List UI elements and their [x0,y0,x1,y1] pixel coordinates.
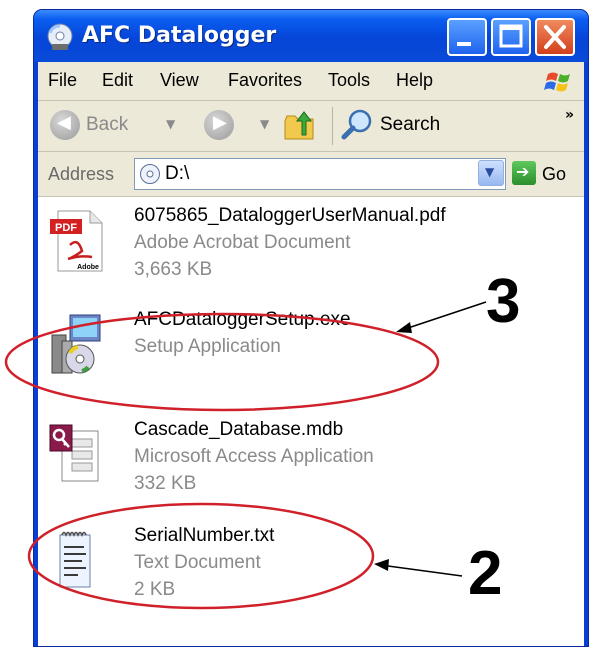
access-icon [49,424,99,482]
file-size: 332 KB [134,473,197,494]
chevron-down-icon: ▼ [485,165,495,179]
back-label[interactable]: Back [86,114,128,136]
title-bar[interactable]: AFC Datalogger [34,10,588,62]
cd-drive-icon [47,23,73,50]
address-dropdown-button[interactable]: ▼ [478,160,504,186]
menu-help[interactable]: Help [396,70,433,91]
setup-icon [51,314,101,374]
forward-button[interactable]: ▶ [204,110,234,140]
toolbar-overflow-icon[interactable]: » [565,107,574,123]
pdf-icon: PDF Adobe [50,210,103,272]
address-label: Address [48,164,115,184]
address-value: D:\ [165,163,190,184]
search-label[interactable]: Search [380,114,440,136]
menu-edit[interactable]: Edit [102,70,133,91]
windows-logo-icon [544,72,570,92]
menu-favorites[interactable]: Favorites [228,70,302,91]
toolbar: ◀ Back ▼ ▶ ▼ Search » [38,101,584,152]
file-type: Adobe Acrobat Document [134,232,351,253]
file-name: Cascade_Database.mdb [134,419,344,440]
close-button[interactable] [535,18,575,56]
forward-dropdown-icon[interactable]: ▼ [260,117,269,131]
adobe-badge: Adobe [77,264,99,271]
menu-file[interactable]: File [48,70,77,91]
list-item-setup[interactable]: AFCDataloggerSetup.exe Setup Application [38,309,508,405]
file-name: SerialNumber.txt [134,525,275,546]
file-name: AFCDataloggerSetup.exe [134,309,351,330]
list-item-pdf[interactable]: PDF Adobe 6075865_DataloggerUserManual.p… [38,205,508,301]
address-input[interactable]: D:\ ▼ [134,158,506,190]
list-item-text[interactable]: SerialNumber.txt Text Document 2 KB [38,525,508,621]
maximize-icon [499,24,523,48]
file-type: Setup Application [134,336,281,357]
file-name: 6075865_DataloggerUserManual.pdf [134,205,446,226]
menu-bar: File Edit View Favorites Tools Help [38,62,584,101]
maximize-button[interactable] [491,18,531,56]
list-item-access[interactable]: Cascade_Database.mdb Microsoft Access Ap… [38,419,508,515]
menu-view[interactable]: View [160,70,199,91]
go-label[interactable]: Go [542,164,566,185]
text-document-icon [59,531,91,588]
close-icon [544,25,566,49]
pdf-badge: PDF [55,222,77,234]
cd-drive-icon [140,164,160,184]
minimize-button[interactable] [447,18,487,56]
minimize-icon [457,42,471,46]
file-size: 2 KB [134,579,176,600]
callout-number-3: 3 [486,267,521,336]
address-bar: Address D:\ ▼ ➔ Go [38,152,584,197]
go-arrow-icon: ➔ [516,162,530,181]
forward-arrow-icon: ▶ [213,112,227,133]
file-type: Text Document [134,552,261,573]
toolbar-separator [332,107,333,145]
back-dropdown-icon[interactable]: ▼ [166,117,175,131]
go-button[interactable]: ➔ [512,161,536,185]
file-type: Microsoft Access Application [134,446,374,467]
window-title: AFC Datalogger [82,23,277,48]
folder-up-icon[interactable] [282,107,318,143]
file-size: 3,663 KB [134,259,213,280]
callout-number-2: 2 [468,539,503,608]
menu-tools[interactable]: Tools [328,70,370,91]
search-icon[interactable] [340,107,376,143]
back-button[interactable]: ◀ [50,110,80,140]
back-arrow-icon: ◀ [57,112,71,133]
